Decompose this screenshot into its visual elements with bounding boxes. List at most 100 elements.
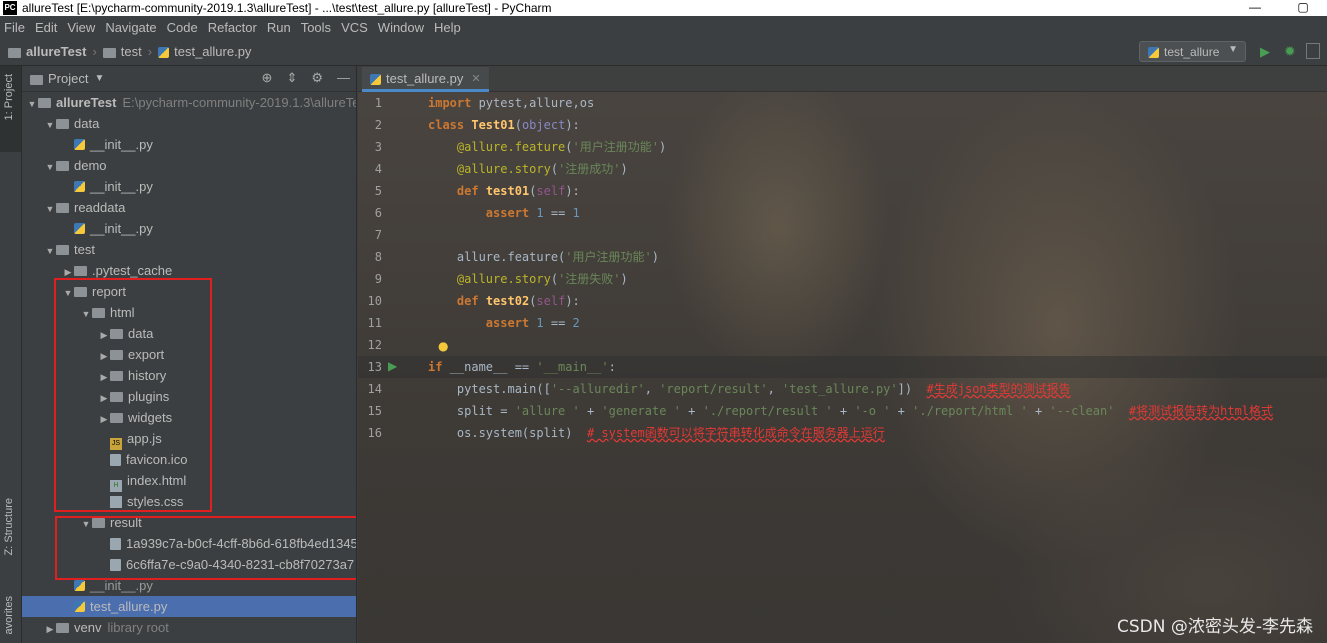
tree-item[interactable]: ▶ venv library root — [22, 617, 356, 640]
menu-item-code[interactable]: Code — [167, 20, 198, 35]
line-number: 11 — [367, 316, 382, 330]
menu-item-view[interactable]: View — [67, 20, 95, 35]
folder-icon — [56, 161, 69, 171]
more-button[interactable] — [1306, 43, 1320, 59]
python-file-icon — [74, 181, 85, 192]
line-number: 2 — [374, 118, 382, 132]
minimize-button[interactable]: — — [1231, 0, 1279, 14]
line-number: 4 — [374, 162, 382, 176]
run-configuration-select[interactable]: test_allure ▼ — [1139, 41, 1246, 62]
watermark: CSDN @浓密头发-李先森 — [1116, 617, 1313, 637]
menu-bar: File Edit View Navigate Code Refactor Run Tools… — [0, 16, 1327, 38]
hide-panel-icon[interactable]: — — [337, 70, 350, 86]
menu-item-window[interactable]: Window — [378, 20, 424, 35]
tree-item-label: readdata — [74, 200, 126, 215]
line-number: 13 — [367, 360, 382, 374]
expanded-arrow-icon[interactable]: ▼ — [44, 241, 56, 262]
tab-structure[interactable]: Z: Structure — [3, 498, 15, 555]
python-file-icon — [74, 139, 85, 150]
lightbulb-icon[interactable]: ● — [438, 339, 448, 353]
tree-item[interactable]: ▼ allureTest E:\pycharm-community-2019.1.3… — [22, 92, 357, 115]
breadcrumb-project[interactable]: allureTest › — [8, 44, 97, 59]
tab-favorites[interactable]: avorites — [3, 596, 15, 635]
tree-item-label: __init__.py — [90, 179, 153, 194]
gear-icon[interactable]: ⚙ — [311, 70, 323, 86]
tree-item-label: allureTest — [56, 95, 117, 110]
tab-project[interactable]: 1: Project — [3, 74, 15, 120]
code-line: allure.feature('用户注册功能') — [428, 250, 659, 264]
window-title: allureTest [E:\pycharm-community-2019.1.… — [22, 1, 552, 15]
tree-item-label: demo — [74, 158, 107, 173]
tree-item[interactable]: test_allure.py — [22, 596, 356, 617]
breadcrumb-file[interactable]: test_allure.py — [158, 44, 251, 59]
expanded-arrow-icon[interactable]: ▼ — [26, 94, 38, 115]
tree-item[interactable]: __init__.py — [22, 176, 356, 197]
expanded-arrow-icon[interactable]: ▼ — [44, 157, 56, 178]
menu-item-navigate[interactable]: Navigate — [105, 20, 156, 35]
line-number: 8 — [374, 250, 382, 264]
menu-item-refactor[interactable]: Refactor — [208, 20, 257, 35]
run-gutter-icon[interactable]: ▶ — [388, 359, 397, 373]
tree-item[interactable]: __init__.py — [22, 134, 356, 155]
folder-icon — [38, 98, 51, 108]
tree-item[interactable]: ▼ test — [22, 239, 356, 262]
close-icon[interactable]: ✕ — [471, 72, 480, 85]
annotation-box-report — [54, 278, 212, 512]
menu-item-run[interactable]: Run — [267, 20, 291, 35]
tree-item-extra: E:\pycharm-community-2019.1.3\allureTest — [122, 95, 357, 110]
menu-item-edit[interactable]: Edit — [35, 20, 57, 35]
line-number: 3 — [374, 140, 382, 154]
annotation-box-result — [55, 516, 356, 580]
line-number: 9 — [374, 272, 382, 286]
python-file-icon — [370, 73, 381, 85]
breadcrumb-folder[interactable]: test › — [102, 44, 152, 59]
line-number: 5 — [374, 184, 382, 198]
tree-item[interactable]: __init__.py — [22, 218, 356, 239]
tree-item-label: data — [74, 116, 100, 131]
tab-test-allure[interactable]: test_allure.py ✕ — [362, 67, 489, 92]
run-button[interactable]: ▶ — [1260, 44, 1270, 60]
line-number: 14 — [367, 382, 382, 396]
project-panel-header: Project ▼ ⊕ ⇕ ⚙ — — [22, 66, 356, 92]
python-file-icon — [74, 601, 85, 612]
code-line: @allure.story('注册失败') — [456, 272, 628, 286]
folder-icon — [56, 245, 69, 255]
maximize-button[interactable]: ▢ — [1279, 0, 1327, 14]
tree-item[interactable]: ▼ data — [22, 113, 356, 136]
code-line: assert 1 == 2 — [485, 316, 580, 330]
expanded-arrow-icon[interactable]: ▼ — [44, 199, 56, 220]
folder-icon — [56, 623, 69, 633]
collapsed-arrow-icon[interactable]: ▶ — [44, 619, 56, 640]
project-view-icon — [30, 74, 43, 85]
code-line: @allure.story('注册成功') — [456, 162, 628, 176]
tree-item-label: test — [74, 242, 95, 257]
tree-item[interactable]: ▼ readdata — [22, 197, 356, 220]
locate-icon[interactable]: ⊕ — [262, 70, 273, 86]
python-file-icon — [158, 47, 170, 58]
menu-item-vcs[interactable]: VCS — [341, 20, 368, 35]
chevron-down-icon[interactable]: ▼ — [94, 73, 104, 84]
tree-item-label: venv — [74, 620, 102, 635]
collapse-all-icon[interactable]: ⇕ — [286, 70, 297, 86]
expanded-arrow-icon[interactable]: ▼ — [44, 115, 56, 136]
project-panel: Project ▼ ⊕ ⇕ ⚙ — ▼ allureTest E:\pycharm-… — [22, 66, 357, 643]
code-editor[interactable]: test_allure.py ✕ 1 2 3 4 5 6 7 8 9 10 11 12 13 14 15 16… — [358, 66, 1327, 643]
tree-item[interactable]: ▼ demo — [22, 155, 356, 178]
menu-item-tools[interactable]: Tools — [301, 20, 331, 35]
code-line: os.system(split) # system函数可以将字符串转化成命令在服… — [428, 426, 885, 440]
line-number: 15 — [367, 404, 382, 418]
python-icon — [1148, 47, 1159, 58]
tree-item-label: __init__.py — [90, 578, 153, 593]
left-tool-window-bar: 1: Project Z: Structure avorites — [0, 66, 22, 643]
editor-tab-bar: test_allure.py ✕ — [358, 66, 1327, 92]
menu-item-help[interactable]: Help — [434, 20, 461, 35]
code-line: @allure.feature('用户注册功能') — [456, 140, 667, 154]
title-bar: PC allureTest [E:\pycharm-community-2019… — [0, 0, 1327, 16]
code-line: split = 'allure ' + 'generate ' + './rep… — [428, 404, 1274, 418]
debug-button[interactable]: ✹ — [1284, 43, 1296, 60]
menu-item-file[interactable]: File — [4, 20, 25, 35]
project-panel-title[interactable]: Project — [48, 71, 88, 86]
code-line: if __name__ == '__main__': — [428, 360, 616, 374]
code-line: def test01(self): — [456, 184, 580, 198]
line-number: 16 — [367, 426, 382, 440]
